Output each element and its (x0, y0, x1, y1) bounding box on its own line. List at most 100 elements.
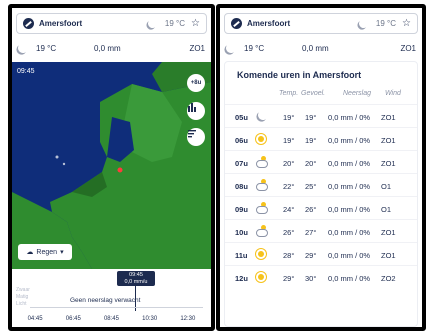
time-tick: 06:45 (65, 316, 81, 322)
row-feel: 30° (305, 274, 317, 283)
location-arrow-icon (23, 18, 34, 29)
conditions-row: 19 °C 0,0 mm ZO1 (226, 41, 416, 55)
header-rain: Neerslag (343, 90, 372, 97)
chart-button[interactable] (187, 102, 205, 120)
row-temp: 29° (283, 274, 295, 283)
bar-chart-icon (188, 103, 196, 112)
row-hour: 07u (235, 159, 248, 168)
favorite-star-icon[interactable]: ☆ (402, 18, 411, 29)
conditions-temp: 19 °C (244, 43, 265, 53)
row-wind: ZO1 (381, 228, 396, 237)
timeline-tooltip: 09:45 0,0 mm/u (117, 271, 155, 286)
header-temp: Temp. (279, 90, 299, 97)
sun-icon (255, 271, 267, 285)
conditions-temp: 19 °C (36, 43, 57, 53)
location-name: Amersfoort (247, 19, 291, 28)
forecast-row[interactable]: 09u 24° 26° 0,0 mm / 0% O1 (225, 196, 417, 219)
chevron-down-icon: ▾ (60, 249, 64, 256)
partly-cloudy-icon (255, 179, 268, 192)
conditions-wind: ZO1 (400, 43, 416, 53)
level-label: Zwaar (16, 287, 30, 293)
map-time: 09:45 (17, 68, 35, 75)
partly-cloudy-icon (255, 156, 268, 169)
time-tick: 12:30 (180, 316, 196, 322)
plus-8h-button[interactable]: +8u (187, 74, 205, 92)
layers-icon (188, 130, 196, 138)
forecast-row[interactable]: 07u 20° 20° 0,0 mm / 0% ZO1 (225, 150, 417, 173)
row-wind: O1 (381, 205, 392, 214)
timeline-tip-value: 0,0 mm/u (124, 279, 148, 285)
conditions-row: 19 °C 0,0 mm ZO1 (18, 41, 205, 55)
no-rain-message: Geen neerslag verwacht (70, 297, 141, 304)
radar-screen: Amersfoort 19 °C ☆ 19 °C 0,0 mm ZO1 09:4… (8, 4, 215, 331)
forecast-rows: 05u 19° 19° 0,0 mm / 0% ZO1 06u 19° 19° 0,0 mm /… (225, 104, 417, 288)
row-feel: 19° (305, 113, 317, 122)
partly-cloudy-icon (255, 225, 268, 238)
row-wind: O1 (381, 182, 392, 191)
row-rain: 0,0 mm / 0% (328, 205, 371, 214)
moon-icon (358, 18, 370, 30)
sun-icon (255, 133, 267, 147)
conditions-wind: ZO1 (189, 43, 205, 53)
rain-timeline[interactable]: 09:45 0,0 mm/u Zwaar Matig Licht Geen ne… (12, 269, 211, 327)
moon-icon (225, 42, 238, 55)
location-bar[interactable]: Amersfoort 19 °C ☆ (16, 13, 207, 34)
partly-cloudy-icon (255, 202, 268, 215)
row-feel: 26° (305, 205, 317, 214)
row-feel: 27° (305, 228, 317, 237)
regen-label: Regen (36, 248, 58, 256)
time-tick: 10:30 (142, 316, 158, 322)
forecast-screen: Amersfoort 19 °C ☆ 19 °C 0,0 mm ZO1 Kome… (216, 4, 426, 331)
row-rain: 0,0 mm / 0% (328, 182, 371, 191)
conditions-precip: 0,0 mm (302, 43, 329, 53)
row-feel: 29° (305, 251, 317, 260)
level-label: Licht (16, 301, 27, 307)
row-rain: 0,0 mm / 0% (328, 228, 371, 237)
row-hour: 11u (235, 251, 248, 260)
row-rain: 0,0 mm / 0% (328, 136, 371, 145)
row-hour: 12u (235, 274, 248, 283)
row-wind: ZO1 (381, 136, 396, 145)
timeline-ticks: 04:45 06:45 08:45 10:30 12:30 (12, 316, 211, 322)
forecast-row[interactable]: 12u 29° 30° 0,0 mm / 0% ZO2 (225, 265, 417, 288)
radar-map[interactable]: 09:45 +8u ☁ Regen ▾ (12, 62, 211, 269)
current-temp: 19 °C (375, 19, 397, 28)
row-feel: 19° (305, 136, 317, 145)
regen-dropdown[interactable]: ☁ Regen ▾ (18, 244, 72, 260)
row-hour: 10u (235, 228, 248, 237)
timeline-tip-time: 09:45 (129, 272, 143, 278)
row-temp: 19° (283, 136, 295, 145)
forecast-row[interactable]: 05u 19° 19° 0,0 mm / 0% ZO1 (225, 104, 417, 127)
level-label: Matig (16, 294, 29, 300)
favorite-star-icon[interactable]: ☆ (191, 18, 200, 29)
header-feel: Gevoel. (301, 90, 326, 97)
conditions-precip: 0,0 mm (94, 43, 121, 53)
header-wind: Wind (385, 90, 401, 97)
forecast-row[interactable]: 06u 19° 19° 0,0 mm / 0% ZO1 (225, 127, 417, 150)
forecast-row[interactable]: 10u 26° 27° 0,0 mm / 0% ZO1 (225, 219, 417, 242)
row-wind: ZO1 (381, 113, 396, 122)
row-feel: 20° (305, 159, 317, 168)
moon-icon (255, 110, 268, 122)
rain-cloud-icon: ☁ (26, 249, 34, 256)
forecast-row[interactable]: 08u 22° 25° 0,0 mm / 0% O1 (225, 173, 417, 196)
row-wind: ZO2 (381, 274, 396, 283)
location-bar[interactable]: Amersfoort 19 °C ☆ (224, 13, 418, 34)
location-arrow-icon (231, 18, 242, 29)
forecast-row[interactable]: 11u 28° 29° 0,0 mm / 0% ZO1 (225, 242, 417, 265)
time-tick: 08:45 (103, 316, 119, 322)
moon-icon (17, 42, 30, 55)
row-wind: ZO1 (381, 159, 396, 168)
timeline-axis (30, 307, 203, 308)
row-feel: 25° (305, 182, 317, 191)
row-temp: 24° (283, 205, 295, 214)
hourly-forecast-card: Komende uren in Amersfoort Temp. Gevoel.… (224, 61, 418, 327)
row-temp: 20° (283, 159, 295, 168)
row-rain: 0,0 mm / 0% (328, 251, 371, 260)
layers-button[interactable] (187, 128, 205, 146)
sun-icon (255, 248, 267, 262)
map-land-shapes (12, 62, 211, 269)
row-rain: 0,0 mm / 0% (328, 274, 371, 283)
row-hour: 06u (235, 136, 248, 145)
row-temp: 22° (283, 182, 295, 191)
